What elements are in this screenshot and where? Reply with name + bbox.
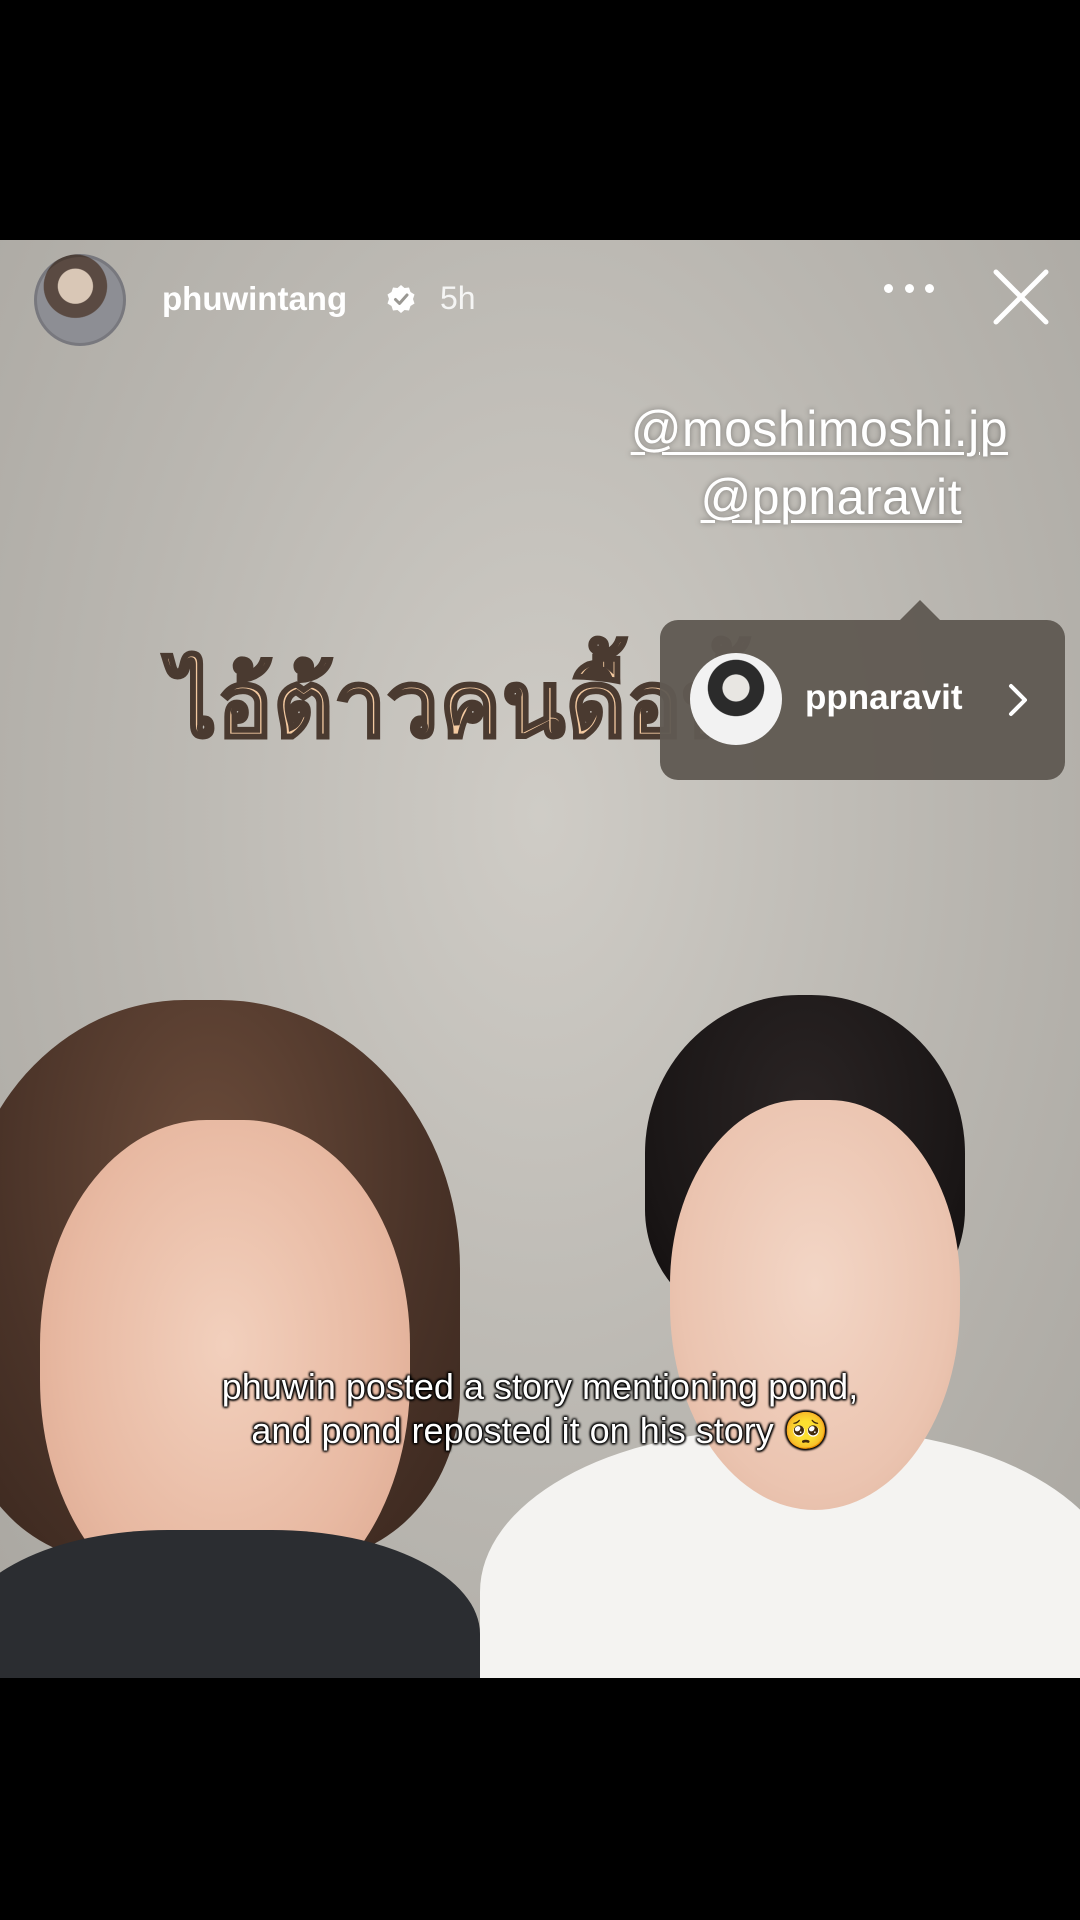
video-caption: phuwin posted a story mentioning pond, a… [0,1365,1080,1453]
caption-line-2: and pond reposted it on his story 🥺 [251,1410,829,1451]
username[interactable]: phuwintang [162,280,347,318]
story-frame[interactable]: phuwintang 5h @moshimoshi.jp @ppnaravit … [0,240,1080,1678]
verified-badge-icon [387,285,415,313]
user-avatar[interactable] [34,254,126,346]
mention-tag-ppnaravit[interactable]: @ppnaravit [701,468,962,526]
overlay-text: ไอ้ต้าวคนดื้อทั้ [169,653,746,758]
more-options-icon[interactable] [884,278,934,298]
close-icon[interactable] [990,266,1052,328]
mention-tag-moshimoshi[interactable]: @moshimoshi.jp [631,400,1008,458]
person-left-body [0,1530,480,1678]
mention-username: ppnaravit [805,678,963,717]
post-time: 5h [440,280,476,316]
caption-line-1: phuwin posted a story mentioning pond, [221,1366,859,1407]
chevron-right-icon [1009,684,1027,716]
story-header: phuwintang 5h [0,240,1080,360]
mention-popup[interactable]: ppnaravit [660,600,1065,780]
mention-avatar [690,653,782,745]
